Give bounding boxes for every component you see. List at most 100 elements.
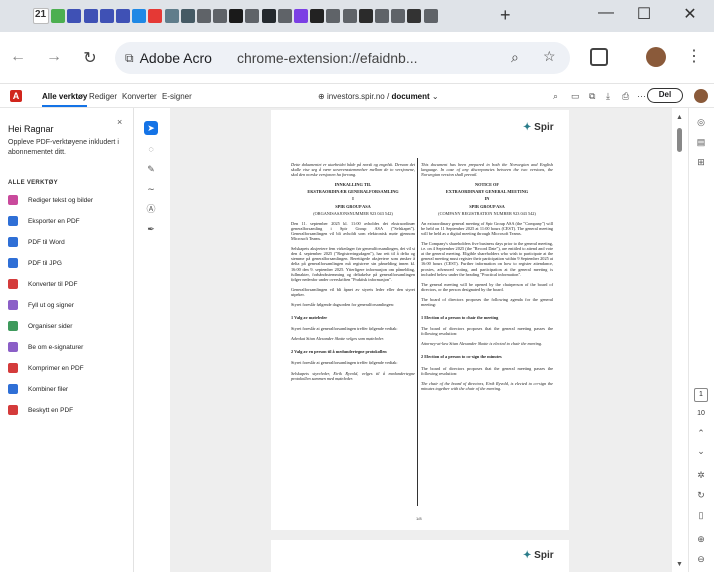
- tab-favicon[interactable]: [294, 9, 308, 23]
- acrobat-logo[interactable]: A: [10, 90, 22, 102]
- intro-no: Dette dokumentet er utarbeidet både på n…: [291, 162, 415, 178]
- scroll-up-icon[interactable]: ▲: [676, 114, 683, 121]
- tab-favicon[interactable]: [196, 9, 211, 23]
- copy-icon[interactable]: ⧉: [589, 91, 595, 102]
- extensions-icon[interactable]: [590, 48, 608, 66]
- tab-favicon[interactable]: [229, 9, 244, 23]
- sidebar-tool-item[interactable]: Fyll ut og signer: [8, 299, 74, 311]
- chevron-down-icon[interactable]: ⌄: [432, 92, 439, 101]
- scroll-down-icon[interactable]: ▼: [676, 561, 683, 568]
- browser-menu-icon[interactable]: ⋮: [686, 46, 702, 66]
- norwegian-column: Dette dokumentet er utarbeidet både på n…: [291, 162, 415, 386]
- new-tab-button[interactable]: +: [500, 5, 511, 26]
- para-no-8: Selskapets styreleder, Eirik Ryvold, vel…: [291, 370, 415, 381]
- pencil-icon[interactable]: ✎: [144, 162, 158, 176]
- sidebar-tool-item[interactable]: PDF til Word: [8, 236, 65, 248]
- forward-icon[interactable]: →: [44, 48, 64, 66]
- address-bar[interactable]: ⧉ Adobe Acro chrome-extension://efaidnb.…: [115, 42, 570, 74]
- tab-favicon[interactable]: [423, 9, 438, 23]
- rotate-icon[interactable]: ↻: [694, 490, 708, 501]
- tab-favicon[interactable]: [132, 9, 147, 23]
- tab-favicon[interactable]: [391, 9, 406, 23]
- settings-icon[interactable]: ✲: [694, 470, 708, 481]
- sidebar-tool-item[interactable]: Komprimer en PDF: [8, 362, 84, 374]
- sidebar-tool-item[interactable]: Eksporter en PDF: [8, 215, 80, 227]
- tab-favicon[interactable]: [148, 9, 163, 23]
- more-icon[interactable]: ⋯: [637, 91, 646, 102]
- vertical-scrollbar[interactable]: [672, 108, 688, 572]
- tab-favicon[interactable]: [374, 9, 389, 23]
- pdf-page-2: ✦ Spir: [271, 540, 569, 572]
- sidebar-tool-item[interactable]: Kombiner filer: [8, 383, 68, 395]
- bookmark-star-icon[interactable]: ☆: [543, 48, 556, 65]
- sidebar-tool-item[interactable]: Organiser sider: [8, 320, 72, 332]
- draw-icon[interactable]: ∼: [144, 182, 158, 196]
- tool-icon: [8, 279, 18, 289]
- select-cursor-icon[interactable]: ➤: [144, 121, 158, 135]
- tab-edit[interactable]: Rediger: [89, 92, 117, 101]
- page-marker: 1/8: [416, 516, 422, 521]
- profile-avatar[interactable]: [646, 47, 666, 67]
- maximize-button[interactable]: ☐: [632, 4, 656, 24]
- scrollbar-thumb[interactable]: [677, 128, 682, 152]
- thumbnails-icon[interactable]: ⊞: [694, 157, 708, 168]
- zoom-icon[interactable]: ⌕: [511, 49, 519, 66]
- sidebar-tool-label: Beskytt en PDF: [28, 406, 74, 414]
- tab-favicon[interactable]: [99, 9, 114, 23]
- user-avatar[interactable]: [694, 89, 708, 103]
- tab-favicon[interactable]: [115, 9, 130, 23]
- tab-favicon[interactable]: [277, 9, 292, 23]
- page-number-input[interactable]: 1: [694, 388, 708, 402]
- page-up-icon[interactable]: ⌃: [694, 428, 708, 439]
- para-no-4: Styret foreslår følgende dagsorden for g…: [291, 301, 394, 307]
- tab-favicon[interactable]: [358, 9, 373, 23]
- comment-icon[interactable]: ◌: [144, 142, 158, 156]
- tab-favicon[interactable]: [51, 9, 66, 23]
- download-icon[interactable]: ⤓: [606, 91, 610, 102]
- back-icon[interactable]: ←: [8, 48, 28, 66]
- tab-favicon[interactable]: [245, 9, 260, 23]
- tab-favicon[interactable]: [67, 9, 82, 23]
- print-icon[interactable]: ⎙: [622, 91, 629, 102]
- sidebar-tool-item[interactable]: PDF til JPG: [8, 257, 62, 269]
- save-icon[interactable]: ▯: [694, 510, 708, 521]
- tab-favicon[interactable]: [342, 9, 357, 23]
- tab-favicon[interactable]: [310, 9, 325, 23]
- tab-favicon[interactable]: [213, 9, 228, 23]
- tool-icon: [8, 384, 18, 394]
- sidebar-tool-item[interactable]: Konverter til PDF: [8, 278, 78, 290]
- close-sidebar-icon[interactable]: ×: [117, 117, 122, 127]
- page-view-icon[interactable]: ▭: [571, 91, 580, 102]
- tool-icon: [8, 405, 18, 415]
- tab-favicon[interactable]: [326, 9, 341, 23]
- sidebar-tool-item[interactable]: Rediger tekst og bilder: [8, 194, 93, 206]
- tab-favicon[interactable]: [261, 9, 276, 23]
- ai-assistant-icon[interactable]: ◎: [694, 117, 708, 128]
- text-box-icon[interactable]: Ⓐ: [144, 202, 158, 216]
- sidebar-tool-item[interactable]: Beskytt en PDF: [8, 404, 73, 416]
- tab-e-sign[interactable]: E-signer: [162, 92, 192, 101]
- tab-favicon[interactable]: [83, 9, 98, 23]
- minimize-button[interactable]: —: [594, 4, 618, 22]
- fill-sign-icon[interactable]: ✒: [144, 222, 158, 236]
- title-no-3: I: [352, 196, 354, 202]
- close-window-button[interactable]: ✕: [678, 4, 702, 24]
- sidebar-tool-item[interactable]: Be om e-signaturer: [8, 341, 83, 353]
- reload-icon[interactable]: ↻: [80, 48, 100, 68]
- tab-favicon[interactable]: [164, 9, 179, 23]
- tab-favicon[interactable]: [180, 9, 195, 23]
- tab-convert[interactable]: Konverter: [122, 92, 157, 101]
- comments-panel-icon[interactable]: ▤: [694, 137, 708, 148]
- document-viewer[interactable]: ✦ Spir Dette dokumentet er utarbeidet bå…: [170, 108, 672, 572]
- title-no-4: SPIR GROUP ASA: [335, 203, 371, 209]
- tab-count[interactable]: 21: [35, 9, 46, 20]
- zoom-out-icon[interactable]: ⊖: [694, 554, 708, 565]
- search-icon[interactable]: ⌕: [553, 91, 558, 102]
- title-no-1: INNKALLING TIL: [334, 182, 372, 188]
- page-down-icon[interactable]: ⌄: [694, 446, 708, 457]
- tab-all-tools[interactable]: Alle verktøy: [42, 92, 88, 107]
- para-no-2: Selskapets aksjeeiere fem virkedager før…: [291, 246, 415, 282]
- zoom-in-icon[interactable]: ⊕: [694, 534, 708, 545]
- tab-favicon[interactable]: [407, 9, 422, 23]
- share-button[interactable]: Del: [647, 88, 683, 103]
